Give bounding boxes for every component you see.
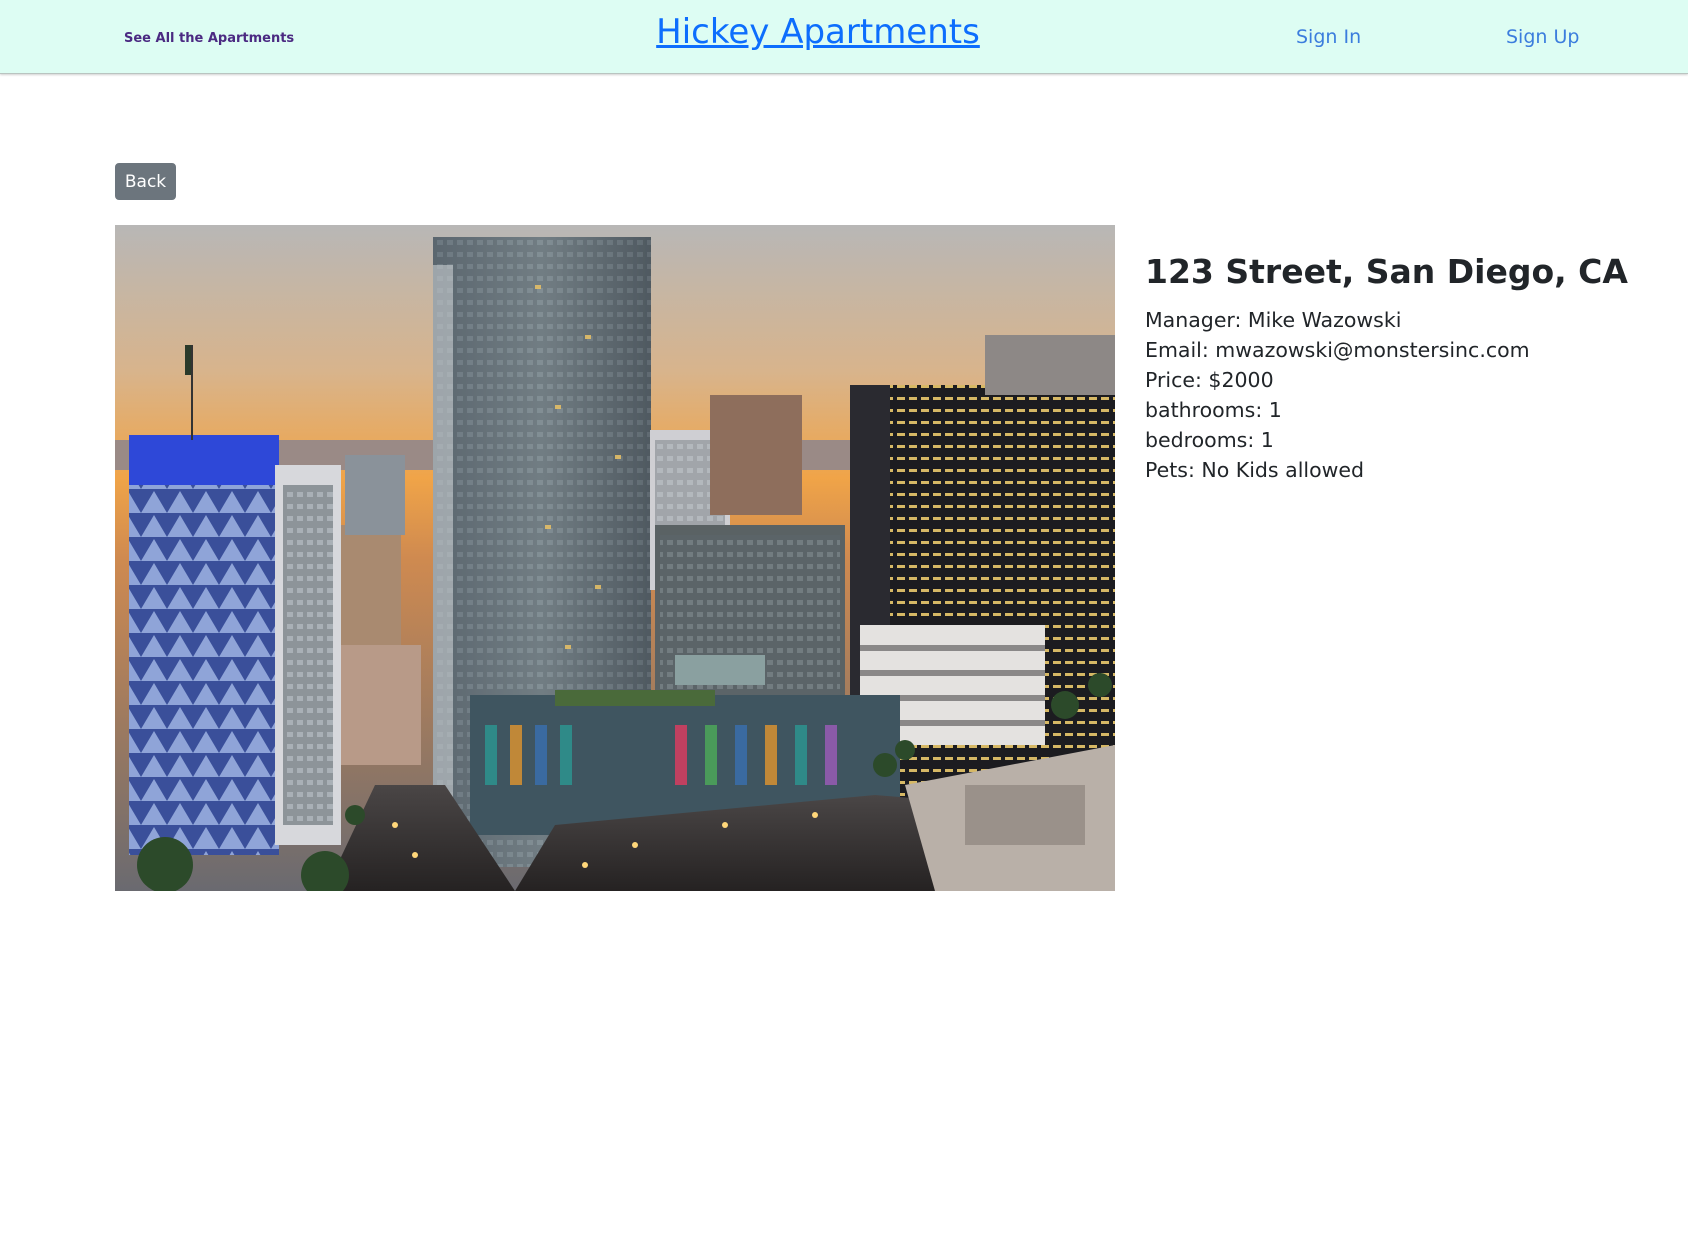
pets-line: Pets: No Kids allowed bbox=[1145, 458, 1365, 482]
back-button[interactable]: Back bbox=[115, 163, 176, 200]
price-line: Price: $2000 bbox=[1145, 368, 1274, 392]
bedrooms-line: bedrooms: 1 bbox=[1145, 428, 1274, 452]
listing-details: 123 Street, San Diego, CA Manager: Mike … bbox=[1145, 252, 1665, 485]
bathrooms-line: bathrooms: 1 bbox=[1145, 398, 1282, 422]
sign-in-link[interactable]: Sign In bbox=[1296, 26, 1361, 48]
sign-up-link[interactable]: Sign Up bbox=[1506, 26, 1579, 48]
apartment-photo bbox=[115, 225, 1115, 891]
listing-address: 123 Street, San Diego, CA bbox=[1145, 252, 1628, 291]
manager-line: Manager: Mike Wazowski bbox=[1145, 308, 1402, 332]
email-line: Email: mwazowski@monstersinc.com bbox=[1145, 338, 1530, 362]
brand-title-link[interactable]: Hickey Apartments bbox=[0, 12, 1636, 52]
top-navbar: See All the Apartments Hickey Apartments… bbox=[0, 0, 1688, 74]
